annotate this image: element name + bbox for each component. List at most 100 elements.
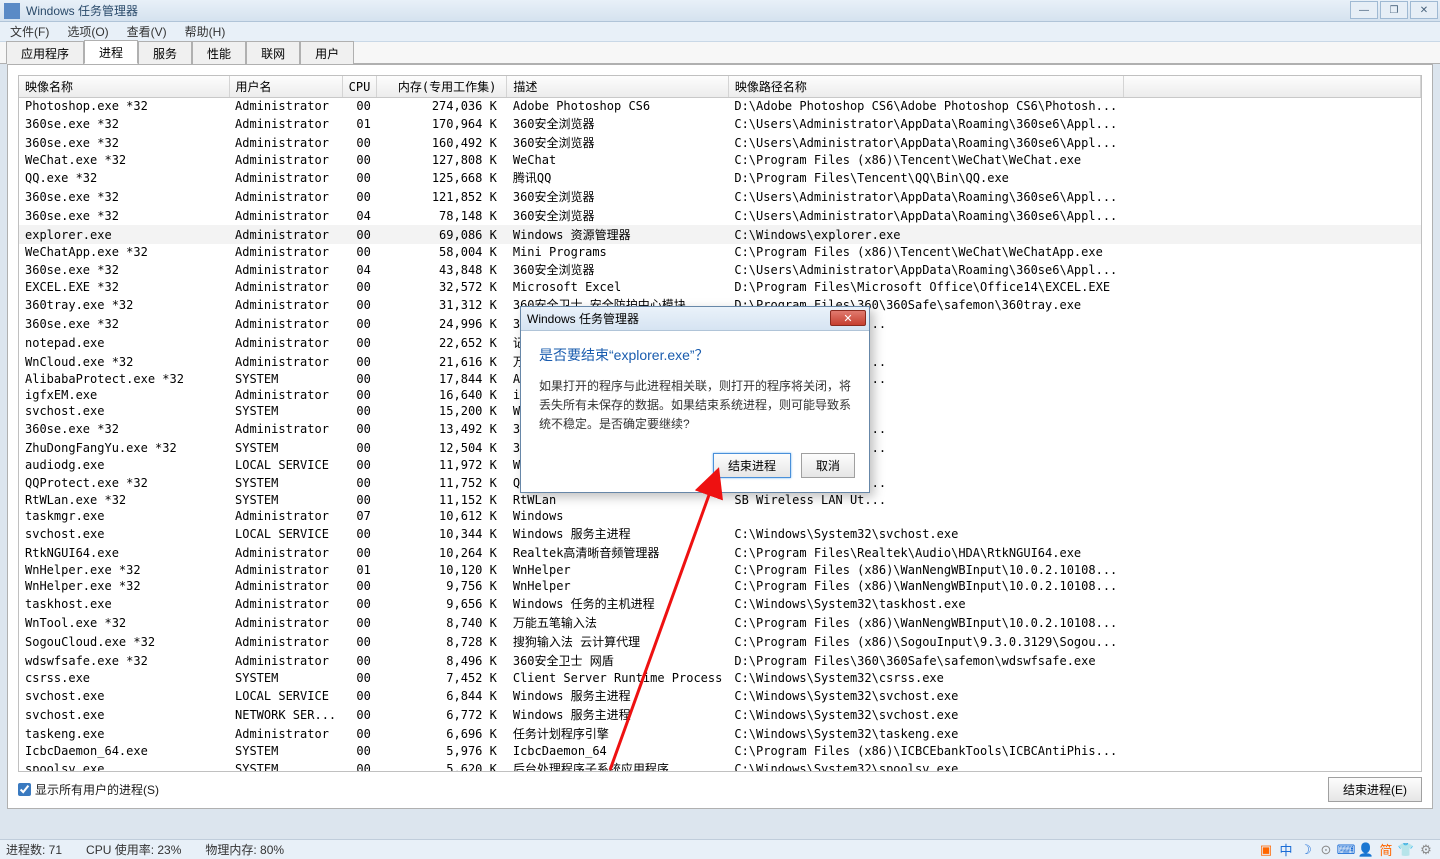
table-row[interactable]: WnTool.exe *32Administrator008,740 K万能五笔… <box>19 613 1421 632</box>
table-row[interactable]: taskeng.exeAdministrator006,696 K任务计划程序引… <box>19 724 1421 743</box>
cell-mem: 8,496 K <box>377 651 507 670</box>
tray-icon[interactable]: ☽ <box>1298 842 1314 858</box>
table-row[interactable]: WnHelper.exe *32Administrator009,756 KWn… <box>19 578 1421 594</box>
cell-desc: 360安全浏览器 <box>507 114 729 133</box>
col-description[interactable]: 描述 <box>507 76 729 98</box>
statusbar: 进程数: 71 CPU 使用率: 23% 物理内存: 80% ▣ 中 ☽ ⊙ ⌨… <box>0 839 1440 859</box>
cell-user: NETWORK SER... <box>229 705 342 724</box>
table-row[interactable]: csrss.exeSYSTEM007,452 KClient Server Ru… <box>19 670 1421 686</box>
tray-icon[interactable]: ▣ <box>1258 842 1274 858</box>
cell-cpu: 00 <box>342 279 377 295</box>
tab-applications[interactable]: 应用程序 <box>6 41 84 64</box>
menu-view[interactable]: 查看(V) <box>123 21 171 42</box>
dialog-close-button[interactable]: ✕ <box>830 310 866 326</box>
dialog-cancel-button[interactable]: 取消 <box>801 453 855 478</box>
cell-user: Administrator <box>229 352 342 371</box>
col-cpu[interactable]: CPU <box>342 76 377 98</box>
table-row[interactable]: 360se.exe *32Administrator0478,148 K360安… <box>19 206 1421 225</box>
cell-cpu: 00 <box>342 743 377 759</box>
cell-name: QQProtect.exe *32 <box>19 473 229 492</box>
close-button[interactable]: ✕ <box>1410 1 1438 19</box>
bottom-bar: 显示所有用户的进程(S) 结束进程(E) <box>18 777 1422 802</box>
cell-name: 360se.exe *32 <box>19 114 229 133</box>
table-row[interactable]: svchost.exeLOCAL SERVICE0010,344 KWindow… <box>19 524 1421 543</box>
cell-name: Photoshop.exe *32 <box>19 98 229 115</box>
tab-services[interactable]: 服务 <box>138 41 192 64</box>
cell-mem: 6,844 K <box>377 686 507 705</box>
table-row[interactable]: RtWLan.exe *32SYSTEM0011,152 KRtWLanSB W… <box>19 492 1421 508</box>
cell-user: Administrator <box>229 168 342 187</box>
menu-help[interactable]: 帮助(H) <box>181 21 230 42</box>
cell-user: SYSTEM <box>229 438 342 457</box>
cell-cpu: 00 <box>342 759 377 772</box>
menu-options[interactable]: 选项(O) <box>63 21 112 42</box>
cell-cpu: 00 <box>342 371 377 387</box>
table-row[interactable]: SogouCloud.exe *32Administrator008,728 K… <box>19 632 1421 651</box>
tray-icon[interactable]: 👕 <box>1398 842 1414 858</box>
cell-mem: 31,312 K <box>377 295 507 314</box>
tab-performance[interactable]: 性能 <box>192 41 246 64</box>
cell-name: taskmgr.exe <box>19 508 229 524</box>
tray-icon[interactable]: ⚙ <box>1418 842 1434 858</box>
cell-mem: 11,972 K <box>377 457 507 473</box>
cell-desc: Adobe Photoshop CS6 <box>507 98 729 115</box>
cell-name: IcbcDaemon_64.exe <box>19 743 229 759</box>
cell-mem: 17,844 K <box>377 371 507 387</box>
col-path[interactable]: 映像路径名称 <box>728 76 1123 98</box>
cell-cpu: 00 <box>342 594 377 613</box>
show-all-users-checkbox[interactable]: 显示所有用户的进程(S) <box>18 781 159 798</box>
col-image-name[interactable]: 映像名称 <box>19 76 229 98</box>
tab-processes[interactable]: 进程 <box>84 40 138 64</box>
minimize-button[interactable]: — <box>1350 1 1378 19</box>
cell-path: C:\Program Files (x86)\WanNengWBInput\10… <box>728 562 1123 578</box>
menu-file[interactable]: 文件(F) <box>6 21 53 42</box>
table-row[interactable]: EXCEL.EXE *32Administrator0032,572 KMicr… <box>19 279 1421 295</box>
table-row[interactable]: 360se.exe *32Administrator0443,848 K360安… <box>19 260 1421 279</box>
cell-desc: Windows 服务主进程 <box>507 705 729 724</box>
cell-mem: 125,668 K <box>377 168 507 187</box>
cell-user: Administrator <box>229 314 342 333</box>
tab-networking[interactable]: 联网 <box>246 41 300 64</box>
window-title: Windows 任务管理器 <box>26 2 138 19</box>
dialog-ok-button[interactable]: 结束进程 <box>713 453 791 478</box>
table-row[interactable]: Photoshop.exe *32Administrator00274,036 … <box>19 98 1421 115</box>
table-row[interactable]: svchost.exeLOCAL SERVICE006,844 KWindows… <box>19 686 1421 705</box>
show-all-users-input[interactable] <box>18 783 31 796</box>
cell-path: C:\Windows\System32\svchost.exe <box>728 705 1123 724</box>
cell-mem: 10,612 K <box>377 508 507 524</box>
tray-icon[interactable]: ⌨ <box>1338 842 1354 858</box>
table-row[interactable]: 360se.exe *32Administrator00160,492 K360… <box>19 133 1421 152</box>
table-row[interactable]: wdswfsafe.exe *32Administrator008,496 K3… <box>19 651 1421 670</box>
table-row[interactable]: QQ.exe *32Administrator00125,668 K腾讯QQD:… <box>19 168 1421 187</box>
cell-cpu: 00 <box>342 187 377 206</box>
tray-icon[interactable]: ⊙ <box>1318 842 1334 858</box>
cell-mem: 127,808 K <box>377 152 507 168</box>
table-row[interactable]: WeChat.exe *32Administrator00127,808 KWe… <box>19 152 1421 168</box>
table-row[interactable]: explorer.exeAdministrator0069,086 KWindo… <box>19 225 1421 244</box>
tray-icon[interactable]: 中 <box>1278 842 1294 858</box>
cell-cpu: 00 <box>342 152 377 168</box>
table-row[interactable]: WnHelper.exe *32Administrator0110,120 KW… <box>19 562 1421 578</box>
col-memory[interactable]: 内存(专用工作集) <box>377 76 507 98</box>
table-row[interactable]: IcbcDaemon_64.exeSYSTEM005,976 KIcbcDaem… <box>19 743 1421 759</box>
cell-name: RtWLan.exe *32 <box>19 492 229 508</box>
tab-users[interactable]: 用户 <box>300 41 354 64</box>
tray-icon[interactable]: 简 <box>1378 842 1394 858</box>
cell-desc: Windows 任务的主机进程 <box>507 594 729 613</box>
table-row[interactable]: RtkNGUI64.exeAdministrator0010,264 KReal… <box>19 543 1421 562</box>
end-process-button[interactable]: 结束进程(E) <box>1328 777 1422 802</box>
col-user[interactable]: 用户名 <box>229 76 342 98</box>
cell-mem: 32,572 K <box>377 279 507 295</box>
tray-icon[interactable]: 👤 <box>1358 842 1374 858</box>
table-row[interactable]: WeChatApp.exe *32Administrator0058,004 K… <box>19 244 1421 260</box>
cell-name: WnTool.exe *32 <box>19 613 229 632</box>
table-row[interactable]: spoolsv.exeSYSTEM005,620 K后台处理程序子系统应用程序C… <box>19 759 1421 772</box>
table-row[interactable]: taskhost.exeAdministrator009,656 KWindow… <box>19 594 1421 613</box>
dialog-title: Windows 任务管理器 <box>527 310 639 327</box>
maximize-button[interactable]: ❐ <box>1380 1 1408 19</box>
table-row[interactable]: svchost.exeNETWORK SER...006,772 KWindow… <box>19 705 1421 724</box>
cell-name: taskeng.exe <box>19 724 229 743</box>
table-row[interactable]: 360se.exe *32Administrator01170,964 K360… <box>19 114 1421 133</box>
table-row[interactable]: 360se.exe *32Administrator00121,852 K360… <box>19 187 1421 206</box>
table-row[interactable]: taskmgr.exeAdministrator0710,612 KWindow… <box>19 508 1421 524</box>
